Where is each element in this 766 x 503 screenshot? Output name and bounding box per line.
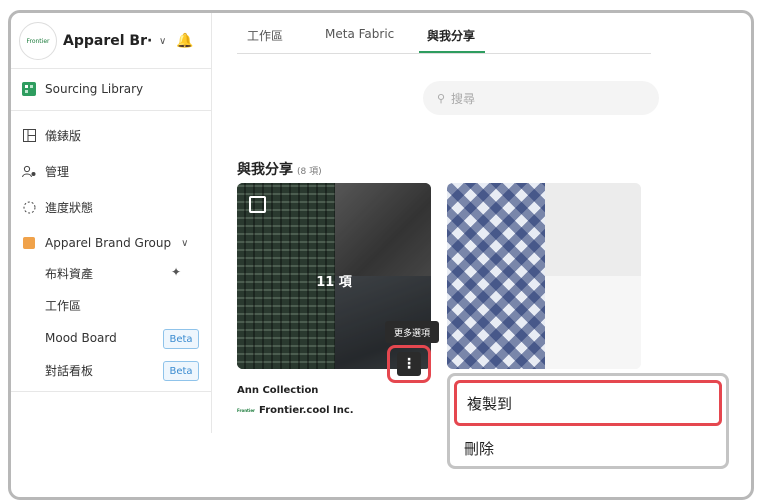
empty-thumbnail xyxy=(545,183,641,276)
search-icon: ⚲ xyxy=(437,91,446,105)
tab-shared-with-me[interactable]: 與我分享 xyxy=(427,27,475,51)
progress-icon xyxy=(21,199,37,215)
beta-badge: Beta xyxy=(163,329,199,349)
sidebar-subitem-label: Mood Board xyxy=(45,331,117,345)
divider xyxy=(11,68,211,69)
tab-bar: 工作區 Meta Fabric 與我分享 xyxy=(237,27,651,54)
sidebar: Frontier Apparel Br··· ∨ 🔔 Sourcing Libr… xyxy=(11,13,212,433)
chevron-down-icon[interactable]: ∨ xyxy=(159,36,166,47)
beta-badge: Beta xyxy=(163,361,199,381)
sidebar-subitem-label: 布料資產 xyxy=(45,266,94,281)
tab-meta-fabric[interactable]: Meta Fabric xyxy=(325,27,394,51)
sidebar-item-progress[interactable]: 進度狀態 xyxy=(21,195,93,219)
sidebar-subitem-chat-board[interactable]: 對話看板 xyxy=(45,358,93,382)
sidebar-item-label: Sourcing Library xyxy=(45,82,144,96)
fabric-thumbnail xyxy=(447,183,545,369)
sidebar-item-dashboard[interactable]: 儀錶版 xyxy=(21,123,81,147)
sidebar-item-sourcing-library[interactable]: Sourcing Library xyxy=(21,77,143,101)
sidebar-item-management[interactable]: 管理 xyxy=(21,159,69,183)
empty-thumbnail xyxy=(545,276,641,369)
collection-card[interactable] xyxy=(447,183,641,369)
sidebar-subitem-label: 對話看板 xyxy=(45,363,94,378)
card-owner: Frontier Frontier.cool Inc. xyxy=(237,405,354,416)
sidebar-subitem-label: 工作區 xyxy=(45,298,82,313)
active-tab-indicator xyxy=(419,51,485,53)
more-vertical-icon: ⋮ xyxy=(397,352,421,376)
bell-icon[interactable]: 🔔 xyxy=(176,33,193,49)
sidebar-subitem-mood-board[interactable]: Mood Board xyxy=(45,326,117,350)
org-switcher[interactable]: Frontier Apparel Br··· ∨ 🔔 xyxy=(19,19,209,63)
more-options-tooltip: 更多選項 xyxy=(385,321,439,343)
context-menu: 複製到 刪除 xyxy=(447,373,729,469)
users-manage-icon xyxy=(21,163,37,179)
select-checkbox[interactable] xyxy=(249,196,266,213)
menu-item-delete[interactable]: 刪除 xyxy=(464,434,494,462)
search-placeholder: 搜尋 xyxy=(451,91,476,106)
owner-logo: Frontier xyxy=(237,408,256,413)
menu-item-copy-to[interactable]: 複製到 xyxy=(454,380,722,426)
sidebar-item-label: 儀錶版 xyxy=(45,128,82,143)
sidebar-item-label: Apparel Brand Group xyxy=(45,236,172,250)
item-count: (8 項) xyxy=(297,167,322,177)
org-name: Apparel Br··· xyxy=(63,33,151,49)
card-title[interactable]: Ann Collection xyxy=(237,385,318,396)
search-input[interactable]: ⚲ 搜尋 xyxy=(423,81,659,115)
magic-wand-icon[interactable]: ✦ xyxy=(171,265,181,279)
chevron-down-icon[interactable]: ∨ xyxy=(181,238,188,249)
sidebar-item-label: 進度狀態 xyxy=(45,200,94,215)
owner-name: Frontier.cool Inc. xyxy=(259,405,354,416)
sidebar-item-brand-group[interactable]: Apparel Brand Group ∨ xyxy=(21,231,188,255)
section-title-text: 與我分享 xyxy=(237,162,293,178)
tab-workspace[interactable]: 工作區 xyxy=(247,27,283,51)
divider xyxy=(11,391,211,392)
dashboard-icon xyxy=(21,127,37,143)
more-options-button[interactable]: ⋮ xyxy=(387,345,431,383)
sourcing-library-icon xyxy=(21,81,37,97)
sidebar-subitem-workspace[interactable]: 工作區 xyxy=(45,293,81,317)
group-color-icon xyxy=(21,235,37,251)
divider xyxy=(11,110,211,111)
sidebar-subitem-fabric-assets[interactable]: 布料資產 xyxy=(45,261,93,285)
frontier-logo: Frontier xyxy=(19,22,57,60)
sidebar-item-label: 管理 xyxy=(45,164,70,179)
collection-item-count: 11 項 xyxy=(316,275,352,290)
section-title: 與我分享 (8 項) xyxy=(237,159,322,179)
app-window: Frontier Apparel Br··· ∨ 🔔 Sourcing Libr… xyxy=(8,10,754,500)
